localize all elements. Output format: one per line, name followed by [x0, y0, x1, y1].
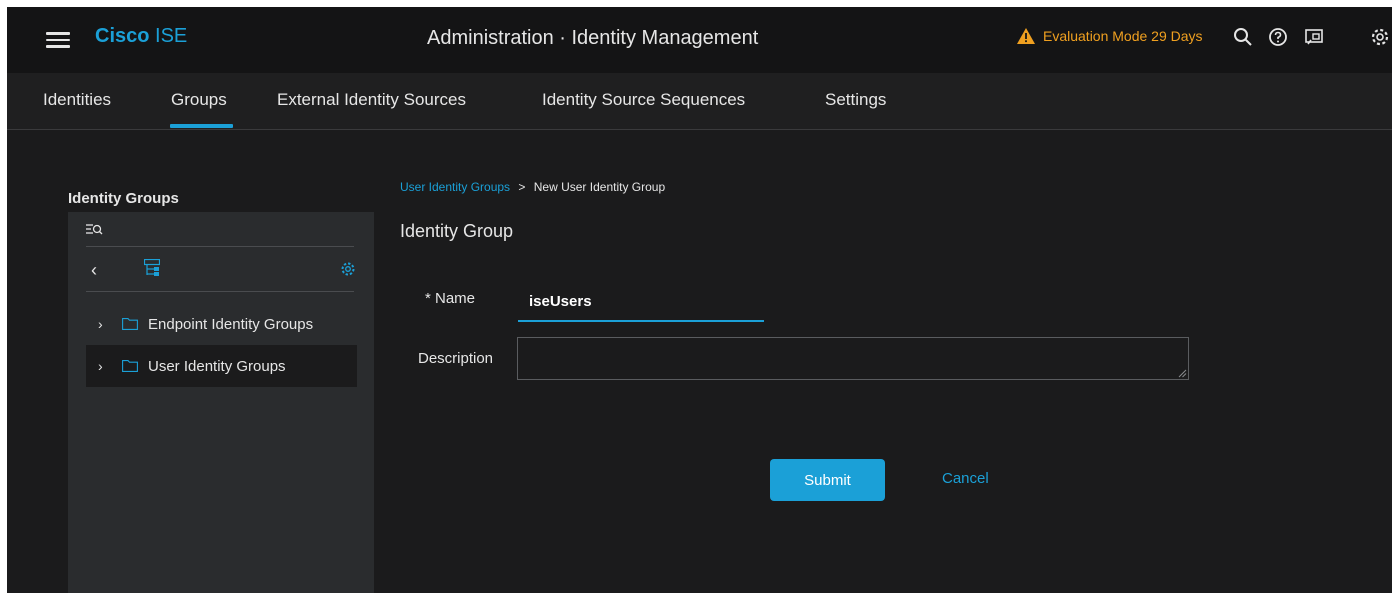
tree-item-label: Endpoint Identity Groups: [148, 315, 314, 333]
description-field[interactable]: [517, 337, 1189, 380]
name-field[interactable]: [518, 282, 764, 322]
dashboard-icon[interactable]: [1303, 26, 1325, 48]
tab-settings[interactable]: Settings: [825, 90, 886, 110]
tree-item-endpoint-identity-groups[interactable]: › Endpoint Identity Groups: [86, 303, 357, 345]
help-icon[interactable]: [1267, 26, 1289, 48]
description-label: Description: [418, 350, 494, 367]
settings-icon[interactable]: [1369, 26, 1391, 48]
search-icon[interactable]: [1232, 26, 1254, 48]
top-bar: Cisco ISE Administration · Identity Mana…: [7, 7, 1392, 73]
tree-item-user-identity-groups[interactable]: › User Identity Groups: [86, 345, 357, 387]
warning-icon: [1017, 28, 1035, 44]
filter-search-icon[interactable]: [86, 223, 106, 240]
tab-groups[interactable]: Groups: [171, 90, 227, 110]
page-context-title: Administration · Identity Management: [427, 27, 759, 49]
tree-view-icon[interactable]: [143, 258, 161, 277]
active-tab-indicator: [170, 124, 233, 128]
tab-bar: Identities Groups External Identity Sour…: [7, 73, 1392, 130]
chevron-right-icon[interactable]: ›: [98, 316, 108, 332]
resize-handle-icon[interactable]: [1178, 369, 1187, 378]
panel-divider: [86, 291, 354, 292]
chevron-right-icon[interactable]: ›: [98, 358, 108, 374]
evaluation-badge[interactable]: Evaluation Mode 29 Days: [1017, 28, 1203, 44]
name-label: * Name: [425, 290, 476, 307]
breadcrumb-link[interactable]: User Identity Groups: [400, 180, 510, 194]
panel-divider: [86, 246, 354, 247]
breadcrumb-current: New User Identity Group: [533, 180, 666, 194]
brand-logo[interactable]: Cisco ISE: [95, 25, 187, 48]
menu-icon[interactable]: [46, 28, 70, 48]
tab-identities[interactable]: Identities: [43, 90, 111, 110]
chevron-left-icon[interactable]: ‹: [91, 260, 97, 281]
tree-item-label: User Identity Groups: [148, 357, 286, 375]
evaluation-text: Evaluation Mode 29 Days: [1043, 28, 1203, 44]
breadcrumb-separator: >: [518, 180, 526, 194]
cancel-button[interactable]: Cancel: [942, 470, 989, 487]
page-title: Identity Group: [400, 221, 514, 241]
tab-identity-source-sequences[interactable]: Identity Source Sequences: [542, 90, 745, 110]
submit-button[interactable]: Submit: [770, 459, 885, 501]
app-window: Cisco ISE Administration · Identity Mana…: [7, 7, 1392, 593]
brand-light: ISE: [155, 25, 188, 47]
tab-external-identity-sources[interactable]: External Identity Sources: [277, 90, 466, 110]
panel-heading: Identity Groups: [68, 190, 374, 212]
brand-bold: Cisco: [95, 25, 150, 47]
breadcrumb: User Identity Groups > New User Identity…: [400, 180, 665, 194]
folder-icon: [122, 318, 138, 330]
panel-settings-icon[interactable]: [340, 261, 356, 277]
folder-icon: [122, 360, 138, 372]
